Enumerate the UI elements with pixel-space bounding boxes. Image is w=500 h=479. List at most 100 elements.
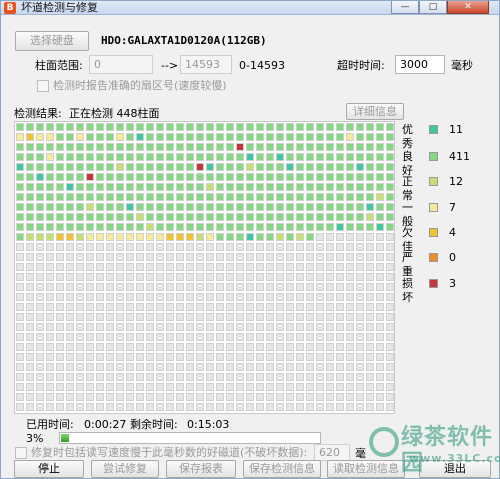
- sector-cell-unscanned: [215, 262, 225, 272]
- sector-cell-unscanned: [345, 262, 355, 272]
- sector-cell-unscanned: [295, 322, 305, 332]
- cylinder-end-input[interactable]: 14593: [180, 55, 232, 74]
- close-button[interactable]: ✕: [447, 1, 489, 14]
- sector-cell-unscanned: [345, 292, 355, 302]
- sector-cell-unscanned: [185, 372, 195, 382]
- sector-cell-good: [55, 142, 65, 152]
- sector-cell-good: [215, 132, 225, 142]
- cylinder-start-input[interactable]: 0: [89, 55, 153, 74]
- progress-percent: 3%: [26, 432, 44, 445]
- sector-cell-unscanned: [205, 282, 215, 292]
- sector-cell-good: [245, 212, 255, 222]
- sector-cell-excellent: [355, 162, 365, 172]
- sector-cell-fair: [95, 232, 105, 242]
- sector-cell-good: [265, 172, 275, 182]
- sector-cell-good: [295, 212, 305, 222]
- sector-cell-unscanned: [235, 352, 245, 362]
- sector-cell-unscanned: [65, 332, 75, 342]
- minimize-button[interactable]: —: [391, 1, 419, 14]
- stop-button[interactable]: 停止: [14, 460, 84, 478]
- sector-cell-unscanned: [195, 372, 205, 382]
- sector-cell-unscanned: [285, 362, 295, 372]
- sector-cell-good: [95, 152, 105, 162]
- sector-cell-unscanned: [305, 242, 315, 252]
- sector-cell-unscanned: [85, 262, 95, 272]
- sector-cell-unscanned: [325, 372, 335, 382]
- sector-cell-unscanned: [45, 392, 55, 402]
- repair-slow-checkbox[interactable]: [15, 447, 27, 459]
- sector-cell-unscanned: [35, 252, 45, 262]
- sector-cell-unscanned: [225, 322, 235, 332]
- sector-cell-good: [65, 202, 75, 212]
- sector-cell-unscanned: [205, 362, 215, 372]
- sector-cell-unscanned: [365, 322, 375, 332]
- sector-cell-good: [355, 132, 365, 142]
- sector-cell-good: [15, 222, 25, 232]
- sector-cell-good: [285, 232, 295, 242]
- sector-cell-good: [175, 132, 185, 142]
- repair-threshold-input[interactable]: 620: [314, 444, 350, 461]
- sector-cell-unscanned: [345, 372, 355, 382]
- details-button[interactable]: 详细信息: [346, 103, 404, 120]
- sector-cell-good: [285, 222, 295, 232]
- sector-cell-unscanned: [205, 242, 215, 252]
- sector-cell-unscanned: [95, 262, 105, 272]
- sector-cell-unscanned: [205, 272, 215, 282]
- sector-cell-unscanned: [145, 362, 155, 372]
- sector-cell-unscanned: [175, 282, 185, 292]
- sector-cell-good: [225, 192, 235, 202]
- sector-cell-unscanned: [275, 282, 285, 292]
- sector-cell-excellent: [35, 172, 45, 182]
- sector-cell-good: [355, 192, 365, 202]
- sector-cell-good: [25, 222, 35, 232]
- sector-cell-unscanned: [65, 342, 75, 352]
- sector-cell-good: [15, 122, 25, 132]
- sector-cell-unscanned: [65, 262, 75, 272]
- sector-cell-good: [165, 142, 175, 152]
- report-sector-checkbox[interactable]: [37, 80, 49, 92]
- sector-cell-unscanned: [215, 322, 225, 332]
- sector-cell-unscanned: [185, 322, 195, 332]
- sector-cell-good: [375, 152, 385, 162]
- sector-grid: [15, 122, 394, 412]
- sector-cell-unscanned: [145, 282, 155, 292]
- sector-cell-unscanned: [255, 322, 265, 332]
- sector-cell-unscanned: [15, 292, 25, 302]
- sector-cell-good: [215, 182, 225, 192]
- sector-cell-unscanned: [175, 372, 185, 382]
- sector-cell-normal: [85, 202, 95, 212]
- sector-cell-unscanned: [335, 242, 345, 252]
- legend-label: 优秀: [402, 123, 413, 150]
- sector-cell-unscanned: [35, 372, 45, 382]
- sector-cell-good: [15, 202, 25, 212]
- sector-cell-good: [325, 202, 335, 212]
- select-disk-button[interactable]: 选择硬盘: [15, 31, 89, 51]
- save-report-button[interactable]: 保存报表: [166, 460, 236, 478]
- sector-cell-unscanned: [235, 342, 245, 352]
- maximize-button[interactable]: □: [419, 1, 447, 14]
- sector-cell-unscanned: [285, 382, 295, 392]
- try-repair-button[interactable]: 尝试修复: [91, 460, 159, 478]
- sector-cell-unscanned: [295, 292, 305, 302]
- sector-cell-unscanned: [265, 382, 275, 392]
- timeout-input[interactable]: 3000: [395, 55, 445, 74]
- sector-cell-good: [285, 202, 295, 212]
- sector-cell-unscanned: [155, 342, 165, 352]
- sector-cell-unscanned: [245, 262, 255, 272]
- sector-cell-good: [305, 202, 315, 212]
- sector-cell-unscanned: [165, 392, 175, 402]
- sector-cell-good: [85, 212, 95, 222]
- sector-cell-unscanned: [275, 362, 285, 372]
- sector-cell-unscanned: [115, 392, 125, 402]
- sector-cell-unscanned: [35, 342, 45, 352]
- sector-cell-good: [135, 152, 145, 162]
- sector-cell-unscanned: [295, 402, 305, 412]
- sector-cell-good: [365, 222, 375, 232]
- sector-cell-fair: [35, 132, 45, 142]
- watermark-sub: www.33LC.com: [409, 452, 500, 465]
- save-state-button[interactable]: 保存检测信息: [243, 460, 321, 478]
- sector-cell-fair: [155, 232, 165, 242]
- sector-cell-unscanned: [35, 242, 45, 252]
- sector-cell-unscanned: [25, 362, 35, 372]
- sector-cell-good: [75, 162, 85, 172]
